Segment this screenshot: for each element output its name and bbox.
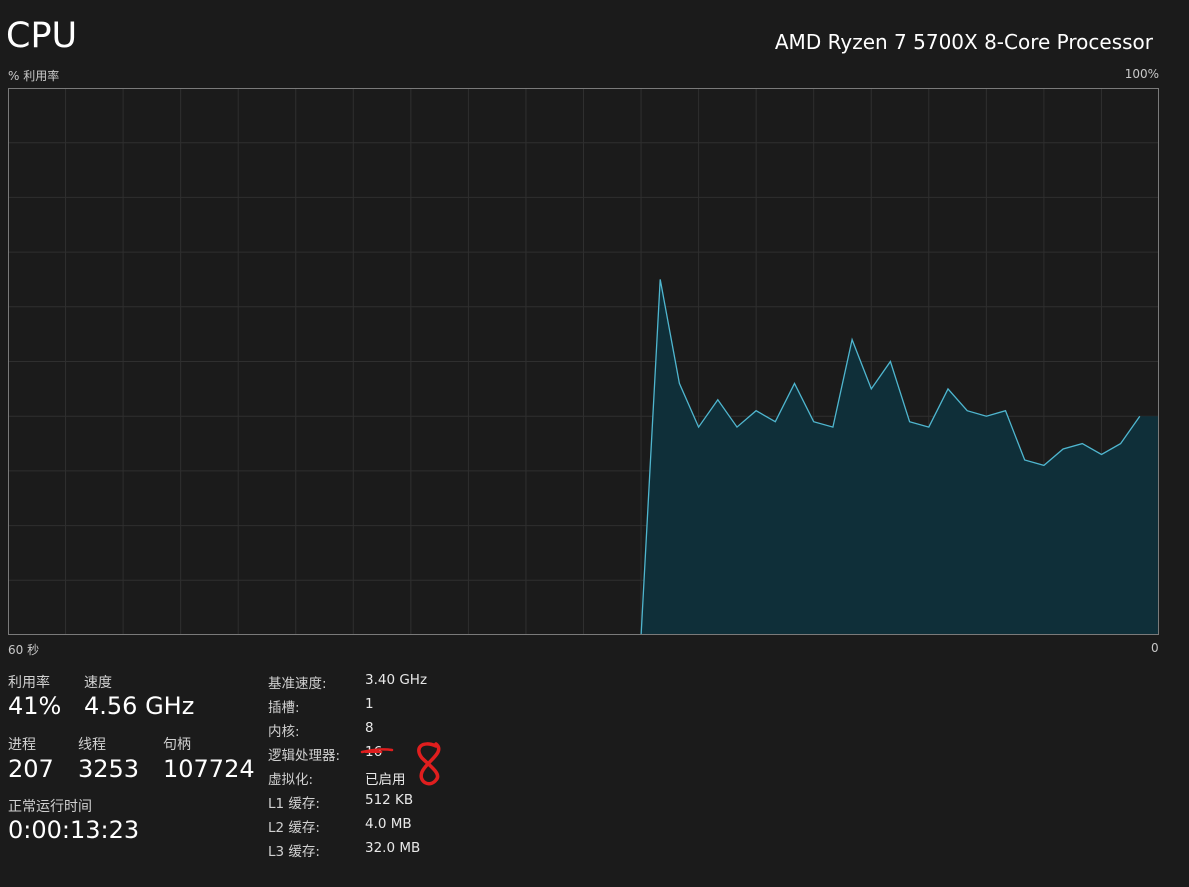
l2-cache-label: L2 缓存:	[268, 820, 320, 836]
processes-label: 进程	[8, 737, 36, 753]
l3-cache-value: 32.0 MB	[365, 840, 421, 856]
utilization-value: 41%	[8, 692, 62, 720]
handwritten-annotation	[360, 742, 441, 786]
threads-value: 3253	[78, 755, 140, 783]
processes-value: 207	[8, 755, 54, 783]
graph-x-end-label: 0	[1151, 641, 1159, 655]
l3-cache-label: L3 缓存:	[268, 844, 320, 860]
virtualization-label: 虚拟化:	[268, 772, 314, 788]
utilization-area	[641, 279, 1159, 635]
handles-label: 句柄	[163, 737, 191, 753]
annotation-strike-mark	[360, 748, 394, 754]
page-title: CPU	[6, 16, 78, 56]
sockets-value: 1	[365, 696, 374, 712]
graph-x-start-label: 60 秒	[8, 643, 40, 657]
cores-label: 内核:	[268, 724, 300, 740]
graph-y-max-label: 100%	[1124, 67, 1159, 81]
threads-label: 线程	[78, 737, 106, 753]
processor-name: AMD Ryzen 7 5700X 8-Core Processor	[774, 30, 1153, 54]
cpu-utilization-graph	[8, 88, 1159, 635]
uptime-label: 正常运行时间	[8, 799, 92, 815]
graph-y-label: % 利用率	[8, 69, 60, 83]
annotation-digit-8	[417, 742, 441, 786]
base-speed-label: 基准速度:	[268, 676, 327, 692]
speed-value: 4.56 GHz	[84, 692, 195, 720]
l1-cache-label: L1 缓存:	[268, 796, 320, 812]
sockets-label: 插槽:	[268, 700, 300, 716]
l1-cache-value: 512 KB	[365, 792, 414, 808]
speed-label: 速度	[84, 675, 112, 691]
cores-value: 8	[365, 720, 374, 736]
utilization-label: 利用率	[8, 675, 50, 691]
logical-processors-label: 逻辑处理器:	[268, 748, 341, 764]
uptime-value: 0:00:13:23	[8, 816, 140, 844]
base-speed-value: 3.40 GHz	[365, 672, 428, 688]
handles-value: 107724	[163, 755, 255, 783]
l2-cache-value: 4.0 MB	[365, 816, 412, 832]
